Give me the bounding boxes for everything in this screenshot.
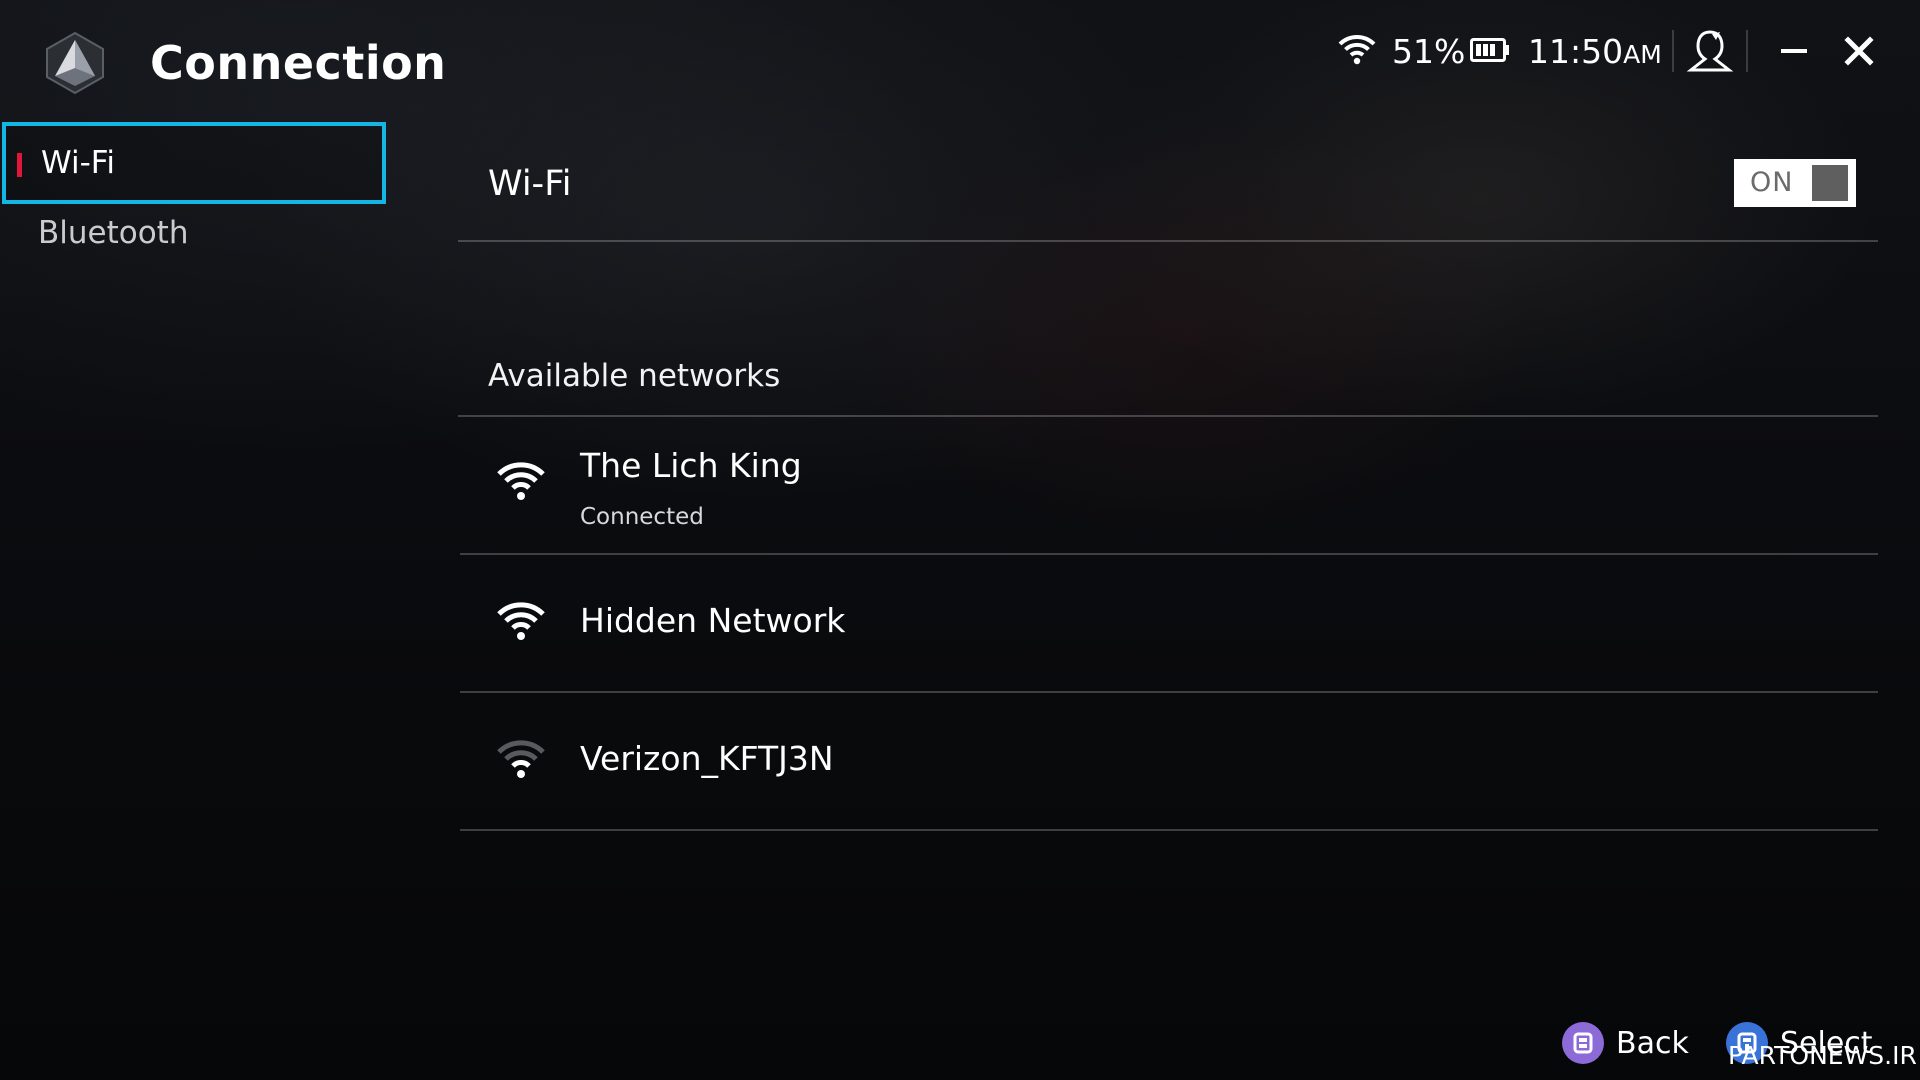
selected-indicator — [17, 153, 22, 177]
page-title: Connection — [150, 36, 447, 90]
sidebar: Wi-Fi Bluetooth — [0, 122, 395, 1080]
wifi-status-icon — [1338, 34, 1376, 65]
wifi-setting-label: Wi-Fi — [488, 164, 572, 204]
main-panel: Wi-Fi ON Available networks The Lich Kin… — [458, 122, 1878, 1002]
header-divider — [1746, 30, 1748, 72]
wifi-weak-icon — [497, 740, 545, 778]
close-icon[interactable] — [1842, 34, 1876, 68]
wifi-full-icon — [497, 462, 545, 500]
b-button-icon — [1562, 1022, 1604, 1064]
network-item[interactable]: Verizon_KFTJ3N — [460, 693, 1878, 831]
header-bar: Connection 51% 11:50AM — [0, 0, 1920, 122]
network-item[interactable]: The Lich King Connected — [460, 417, 1878, 555]
toggle-state-label: ON — [1750, 167, 1794, 198]
connection-screen: Connection 51% 11:50AM Wi-Fi Bluetooth W… — [0, 0, 1920, 1080]
network-name: Hidden Network — [580, 601, 846, 640]
network-item[interactable]: Hidden Network — [460, 555, 1878, 693]
network-status: Connected — [580, 504, 704, 530]
toggle-knob — [1812, 165, 1848, 201]
network-name: Verizon_KFTJ3N — [580, 739, 834, 778]
available-networks-heading: Available networks — [488, 358, 781, 394]
sidebar-item-label: Wi-Fi — [41, 145, 115, 181]
wifi-setting-row[interactable]: Wi-Fi ON — [458, 122, 1878, 242]
wifi-toggle[interactable]: ON — [1734, 159, 1856, 207]
back-label: Back — [1616, 1026, 1689, 1061]
header-divider — [1672, 30, 1674, 72]
minimize-button[interactable] — [1778, 36, 1808, 66]
network-name: The Lich King — [580, 446, 802, 485]
clock-ampm: AM — [1623, 40, 1662, 69]
clock: 11:50AM — [1528, 30, 1662, 77]
battery-percentage: 51% — [1392, 32, 1466, 71]
wifi-full-icon — [497, 602, 545, 640]
battery-icon — [1470, 38, 1509, 62]
sidebar-item-label: Bluetooth — [38, 215, 189, 251]
clock-time: 11:50 — [1528, 32, 1624, 71]
sidebar-item-wifi[interactable]: Wi-Fi — [2, 122, 386, 204]
watermark: PARTONEWS.IR — [1728, 1041, 1917, 1070]
sidebar-item-bluetooth[interactable]: Bluetooth — [2, 196, 386, 278]
app-logo-icon — [46, 31, 104, 95]
profile-icon[interactable] — [1686, 28, 1734, 74]
